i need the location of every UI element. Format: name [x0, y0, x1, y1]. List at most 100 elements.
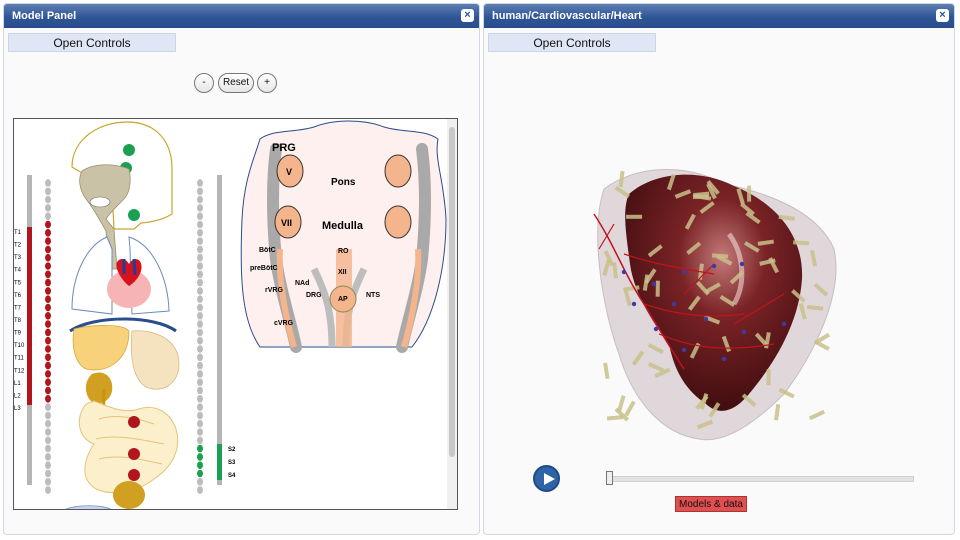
- vessel-node: [711, 263, 717, 269]
- models-data-button[interactable]: Models & data: [675, 496, 747, 512]
- diagram-scrollbar[interactable]: [447, 119, 457, 509]
- time-slider-thumb[interactable]: [606, 471, 613, 485]
- thoracic-label: T7: [14, 305, 22, 311]
- vertebra: [45, 336, 51, 345]
- fiber-glyph: [624, 400, 636, 417]
- heart-3d-model[interactable]: [484, 154, 844, 454]
- vertebra: [197, 245, 203, 254]
- vertebra: [197, 328, 203, 337]
- right-spinal-bar: [217, 175, 222, 485]
- thoracic-label: L1: [14, 381, 21, 387]
- vertebra: [197, 428, 203, 436]
- vertebra: [45, 262, 51, 270]
- vertebra: [45, 361, 51, 370]
- vessel-node: [781, 321, 787, 327]
- label-botc: BötC: [259, 247, 276, 254]
- vertebra: [45, 353, 51, 362]
- vessel-node: [739, 261, 745, 267]
- vertebra: [45, 253, 51, 262]
- vertebra: [197, 287, 203, 295]
- vertebra: [45, 478, 51, 486]
- time-slider[interactable]: [606, 471, 914, 485]
- brain-marker: [128, 209, 140, 221]
- vessel-node: [703, 316, 709, 322]
- vertebra: [197, 320, 203, 328]
- label-prebotc: preBötC: [250, 265, 278, 272]
- label-v: V: [286, 167, 292, 177]
- label-cvrg: cVRG: [274, 320, 294, 327]
- vertebra: [45, 237, 51, 245]
- nucleus-v-oval-right: [384, 154, 412, 188]
- open-controls-button[interactable]: Open Controls: [8, 33, 176, 52]
- label-ap: AP: [338, 296, 348, 303]
- vertebra: [45, 444, 51, 453]
- vertebrae-column: [45, 179, 51, 494]
- vertebra: [197, 478, 203, 486]
- diagram-scroll-thumb[interactable]: [449, 127, 455, 457]
- liver: [72, 325, 130, 371]
- vertebra: [197, 270, 203, 279]
- label-ro: RO: [338, 248, 349, 255]
- open-controls-button[interactable]: Open Controls: [488, 33, 656, 52]
- vertebra: [197, 312, 203, 320]
- vertebra: [197, 220, 203, 229]
- model-panel-titlebar[interactable]: Model Panel ×: [4, 4, 479, 28]
- vertebra: [45, 419, 51, 428]
- play-icon[interactable]: [533, 465, 560, 492]
- vertebra: [45, 486, 51, 494]
- thoracic-label: L3: [14, 406, 21, 412]
- vertebra: [197, 278, 203, 287]
- reset-button[interactable]: Reset: [218, 73, 254, 93]
- vertebra: [197, 237, 203, 245]
- zoom-out-button[interactable]: -: [194, 73, 214, 93]
- vessel-node: [671, 301, 677, 307]
- vertebra: [197, 361, 203, 370]
- vertebra: [45, 453, 51, 461]
- pelvis-outline: [65, 505, 111, 509]
- vessel-node: [651, 281, 657, 287]
- thoracic-label: T10: [14, 343, 25, 349]
- fiber-glyph: [747, 185, 752, 202]
- intestines: [78, 400, 179, 494]
- tongue: [89, 196, 111, 208]
- vertebra: [45, 212, 51, 220]
- vertebra: [45, 469, 51, 478]
- label-rvrg: rVRG: [265, 287, 283, 294]
- vertebra: [45, 428, 51, 436]
- vertebra: [197, 395, 203, 403]
- brain-marker: [123, 144, 135, 156]
- zoom-in-button[interactable]: +: [257, 73, 277, 93]
- vertebra: [45, 295, 51, 303]
- thoracic-label: T9: [14, 331, 22, 337]
- fiber-glyph: [626, 214, 643, 219]
- vertebra: [197, 411, 203, 420]
- label-xii: XII: [338, 269, 347, 276]
- vertebra: [197, 195, 203, 204]
- label-medulla: Medulla: [322, 220, 364, 232]
- close-icon[interactable]: ×: [461, 9, 474, 22]
- gallbladder: [85, 372, 113, 404]
- vertebra: [197, 444, 203, 453]
- thoracic-label: T11: [14, 356, 25, 362]
- nucleus-vii-oval-right: [384, 205, 412, 239]
- label-pons: Pons: [331, 177, 356, 188]
- vertebra: [45, 245, 51, 254]
- label-vii: VII: [281, 218, 292, 228]
- label-nts: NTS: [366, 292, 380, 299]
- vessel-node: [653, 326, 659, 332]
- vertebra: [197, 187, 203, 196]
- anatomy-diagram-canvas[interactable]: T1 T2 T3 T4 T5 T6 T7 T8 T9 T10 T11 T12 L1 L2 L3: [13, 118, 458, 510]
- vertebra: [45, 378, 51, 387]
- heart-panel: human/Cardiovascular/Heart × Open Contro…: [483, 3, 955, 535]
- gut-marker: [128, 469, 140, 481]
- fiber-glyph: [808, 409, 826, 421]
- vertebra: [197, 419, 203, 428]
- fiber-glyph: [603, 362, 610, 380]
- fiber-glyph: [766, 369, 771, 386]
- heart-panel-titlebar[interactable]: human/Cardiovascular/Heart ×: [484, 4, 954, 28]
- vertebra: [45, 312, 51, 320]
- close-icon[interactable]: ×: [936, 9, 949, 22]
- vessel-node: [721, 356, 727, 362]
- vertebra: [45, 403, 51, 411]
- thoracic-label: T2: [14, 243, 22, 249]
